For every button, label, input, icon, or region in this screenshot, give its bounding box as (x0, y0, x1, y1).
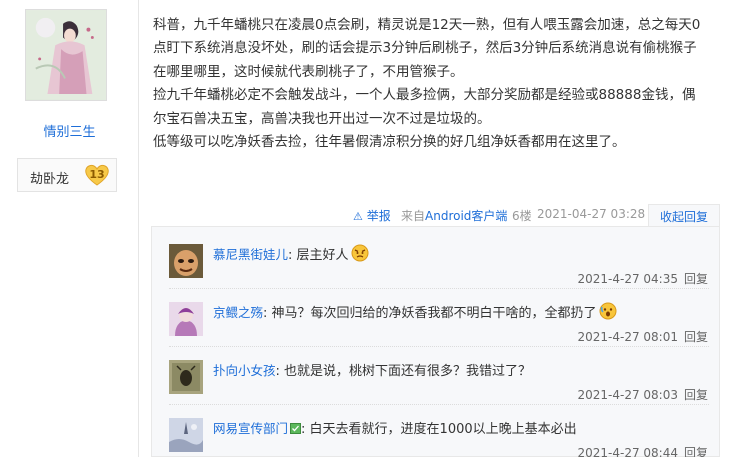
reply-content: 京鳂之殇: 神马？每次回归给的净妖香我都不明白干啥的，全都扔了 (213, 302, 617, 321)
reply-content: 扑向小女孩: 也就是说，桃树下面还有很多？我错过了？ (213, 360, 531, 379)
reply-username[interactable]: 慕尼黑街娃儿 (213, 247, 288, 262)
reply-avatar-image (169, 418, 203, 452)
post-line: 在哪里哪里，这时候就代表刷桃子了，不用管猴子。 (153, 63, 464, 80)
post-line: 点盯下系统消息没坏处，刷的话会提示3分钟后刷桃子，然后3分钟后系统消息说有偷桃猴… (153, 40, 697, 57)
source-link[interactable]: Android客户端 (425, 209, 507, 223)
post-time: 2021-04-27 03:28 (537, 207, 646, 221)
reply-avatar-image (169, 302, 203, 336)
author-title-badge: 劫卧龙 13 (17, 158, 117, 192)
reply-button[interactable]: 回复 (684, 272, 708, 286)
post-line: 科普，九千年蟠桃只在凌晨0点会刷，精灵说是12天一熟，但有人喂玉露会加速，总之每… (153, 17, 701, 33)
post-body: 科普，九千年蟠桃只在凌晨0点会刷，精灵说是12天一熟，但有人喂玉露会加速，总之每… (153, 14, 728, 154)
author-panel: 情别三生 劫卧龙 13 (0, 0, 139, 457)
reply-content: 网易宣传部门: 白天去看就行，进度在1000以上晚上基本必出 (213, 418, 577, 437)
level-badge: 13 (84, 163, 110, 187)
reply-avatar[interactable] (169, 302, 203, 336)
reply-avatar-image (169, 360, 203, 394)
author-avatar[interactable] (25, 9, 107, 101)
shocked-face-emoji (599, 302, 617, 320)
report-label: 举报 (366, 209, 391, 223)
reply-time: 2021-4-27 08:01 (577, 330, 678, 344)
source-prefix: 来自 (401, 209, 426, 223)
reply-avatar[interactable] (169, 418, 203, 452)
post-line: 低等级可以吃净妖香去捡，往年暑假清凉积分换的好几组净妖香都用在这里了。 (153, 134, 626, 151)
reply-button[interactable]: 回复 (684, 446, 708, 457)
post-footer: ⚠ 举报 来自Android客户端 6楼 2021-04-27 03:28 收起… (151, 204, 732, 230)
reply-time: 2021-4-27 08:03 (577, 388, 678, 402)
warning-icon: ⚠ (353, 210, 363, 223)
reply-item: 京鳂之殇: 神马？每次回归给的净妖香我都不明白干啥的，全都扔了 2021-4-2… (152, 285, 721, 347)
reply-list: 慕尼黑街娃儿: 层主好人 2021-4-27 04:35 回复 京鳂之殇: 神马？… (151, 226, 720, 457)
reply-separator: : (263, 306, 268, 321)
author-avatar-image (26, 10, 106, 100)
reply-avatar[interactable] (169, 244, 203, 278)
post-source: 来自Android客户端 (401, 207, 507, 224)
reply-time: 2021-4-27 08:44 (577, 446, 678, 457)
reply-text: 神马？每次回归给的净妖香我都不明白干啥的，全都扔了 (271, 306, 597, 321)
reply-item: 慕尼黑街娃儿: 层主好人 2021-4-27 04:35 回复 (152, 227, 721, 289)
vip-badge-icon (290, 423, 302, 434)
reply-button[interactable]: 回复 (684, 330, 708, 344)
level-number: 13 (89, 168, 105, 181)
reply-username[interactable]: 网易宣传部门 (213, 421, 288, 436)
report-button[interactable]: ⚠ 举报 (353, 207, 391, 224)
reply-button[interactable]: 回复 (684, 388, 708, 402)
reply-avatar-image (169, 244, 203, 278)
reply-text: 也就是说，桃树下面还有很多？我错过了？ (284, 364, 532, 379)
reply-item: 网易宣传部门: 白天去看就行，进度在1000以上晚上基本必出 2021-4-27… (152, 401, 721, 457)
floor-number: 6楼 (512, 209, 532, 223)
post-main: 科普，九千年蟠桃只在凌晨0点会刷，精灵说是12天一熟，但有人喂玉露会加速，总之每… (151, 0, 732, 457)
angry-face-emoji (351, 244, 369, 262)
reply-avatar[interactable] (169, 360, 203, 394)
reply-time: 2021-4-27 04:35 (577, 272, 678, 286)
reply-separator: : (275, 364, 280, 379)
author-title: 劫卧龙 (30, 172, 70, 187)
reply-username[interactable]: 扑向小女孩 (213, 363, 276, 378)
reply-separator: : (301, 422, 306, 437)
post-line: 尔宝石兽决五宝，高兽决我也开出过一次不过是垃圾的。 (153, 110, 491, 127)
reply-text: 白天去看就行，进度在1000以上晚上基本必出 (309, 422, 577, 437)
reply-item: 扑向小女孩: 也就是说，桃树下面还有很多？我错过了？ 2021-4-27 08:… (152, 343, 721, 405)
reply-content: 慕尼黑街娃儿: 层主好人 (213, 244, 369, 263)
reply-username[interactable]: 京鳂之殇 (213, 305, 263, 320)
post-line: 捡九千年蟠桃必定不会触发战斗，一个人最多捡俩，大部分奖励都是经验或88888金钱… (153, 87, 696, 104)
reply-text: 层主好人 (296, 248, 349, 263)
reply-meta: 2021-4-27 08:44 回复 (577, 444, 708, 457)
author-name[interactable]: 情别三生 (0, 121, 139, 140)
reply-separator: : (288, 248, 293, 263)
